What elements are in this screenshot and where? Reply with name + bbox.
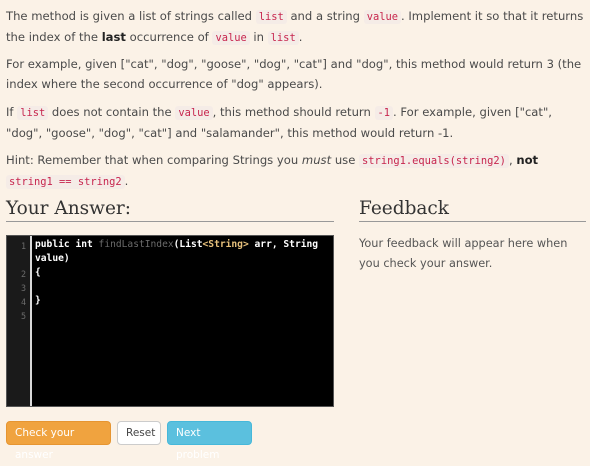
inline-code: value [212, 31, 250, 45]
code-token: arr, String [248, 239, 319, 250]
prompt-paragraph-1: The method is given a list of strings ca… [6, 6, 586, 48]
line-number: 1 [20, 241, 26, 251]
keyword-token: int [75, 239, 93, 250]
function-name-token: findLastIndex [98, 239, 174, 250]
code-token: (List [173, 239, 203, 250]
prompt-paragraph-2: For example, given ["cat", "dog", "goose… [6, 57, 582, 91]
prompt-text: If [6, 105, 18, 119]
inline-code: list [255, 10, 287, 24]
editor-active-bar [30, 236, 32, 406]
bold-text: last [101, 30, 126, 44]
line-number: 5 [20, 311, 26, 321]
keyword-token: public [35, 239, 70, 250]
bold-text: not [516, 153, 539, 167]
next-problem-button[interactable]: Next problem [167, 421, 252, 461]
prompt-text: . [124, 174, 129, 188]
reset-button[interactable]: Reset [117, 421, 161, 445]
emphasis-text: must [301, 153, 332, 167]
prompt-paragraph-4: Hint: Remember that when comparing Strin… [6, 150, 586, 192]
inline-code: list [267, 31, 299, 45]
code-line[interactable]: public int findLastIndex(List<String> ar… [35, 238, 318, 252]
feedback-text: Your feedback will appear here when you … [359, 237, 568, 270]
prompt-text: use [331, 153, 360, 167]
inline-code: list [17, 106, 49, 120]
prompt-paragraph-3: If list does not contain the value, this… [6, 102, 586, 143]
code-line[interactable]: } [35, 294, 41, 308]
inline-code: string1.equals(string2) [359, 154, 509, 168]
line-number-gutter: 1 2 3 4 5 [7, 236, 31, 406]
check-answer-button[interactable]: Check your answer [6, 421, 111, 461]
inline-code: -1 [374, 106, 394, 120]
type-token: <String> [202, 239, 249, 250]
code-editor[interactable]: 1 2 3 4 5 public int findLastIndex(List<… [6, 235, 334, 407]
code-line-wrapped[interactable]: value) [35, 252, 70, 266]
feedback-heading: Feedback [359, 198, 586, 222]
inline-code: string1 == string2 [6, 175, 125, 189]
inline-code: value [175, 106, 213, 120]
prompt-text: in [249, 30, 268, 44]
prompt-text: The method is given a list of strings ca… [6, 9, 256, 23]
code-line[interactable]: { [35, 266, 41, 280]
prompt-text: occurrence of [125, 30, 213, 44]
answer-heading: Your Answer: [6, 198, 334, 222]
prompt-text: does not contain the [48, 105, 176, 119]
line-number: 3 [20, 283, 26, 293]
prompt-text: and a string [286, 9, 364, 23]
line-number: 4 [20, 297, 26, 307]
prompt-text: . [298, 30, 303, 44]
prompt-text: Hint: Remember that when comparing Strin… [6, 153, 302, 167]
prompt-text: , this method should return [212, 105, 375, 119]
inline-code: value [363, 10, 401, 24]
line-number: 2 [20, 269, 26, 279]
